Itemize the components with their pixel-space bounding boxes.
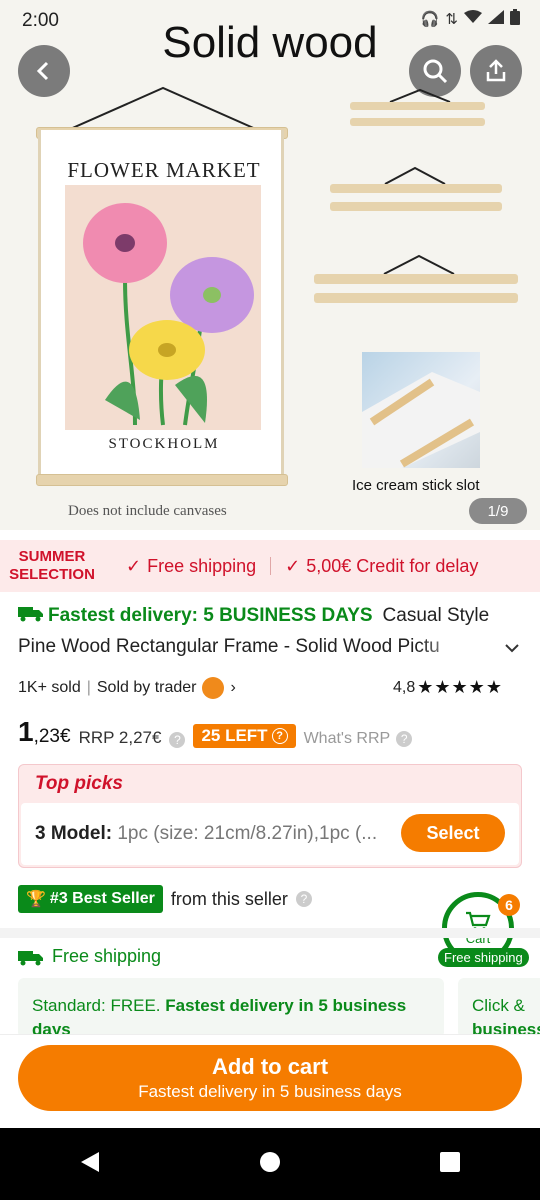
select-button[interactable]: Select xyxy=(401,814,505,852)
add-to-cart-label: Add to cart xyxy=(211,1054,329,1079)
share-icon xyxy=(486,59,506,82)
top-picks-panel: Top picks 3 Model: 1pc (size: 21cm/8.27i… xyxy=(18,764,522,868)
rrp-label: RRP xyxy=(78,728,115,747)
check-icon: ✓ xyxy=(285,555,301,576)
badge-line2: SELECTION xyxy=(9,566,95,583)
model-label-row: 3 Model: 1pc (size: 21cm/8.27in),1pc (..… xyxy=(35,823,377,845)
slot-photo xyxy=(362,352,480,468)
shipping-option-standard[interactable]: Standard: FREE. Fastest delivery in 5 bu… xyxy=(18,978,444,1038)
sales-meta: 1K+ sold | Sold by trader › xyxy=(18,677,236,699)
square-recents-icon xyxy=(440,1151,461,1172)
promo-credit: ✓ 5,00€ Credit for delay xyxy=(285,556,478,577)
top-picks-title: Top picks xyxy=(35,773,123,794)
stock-badge: 25 LEFT ? xyxy=(193,724,296,748)
help-circle-icon[interactable]: ? xyxy=(271,728,288,744)
add-to-cart-sub: Fastest delivery in 5 business days xyxy=(138,1082,402,1101)
help-icon: ? xyxy=(396,731,413,747)
star-icon: ★ xyxy=(485,677,502,697)
whats-rrp-link[interactable]: What's RRP ? xyxy=(304,730,413,748)
cart-count-badge: 6 xyxy=(498,894,520,916)
section-divider xyxy=(0,928,540,938)
cart-free-shipping: Free shipping xyxy=(438,948,529,967)
standard-shipping-text: Standard: FREE. Fastest delivery in 5 bu… xyxy=(32,994,406,1038)
star-icon: ★ xyxy=(417,677,433,697)
circle-home-icon xyxy=(259,1151,280,1172)
meta-separator: | xyxy=(86,679,91,696)
whats-rrp-label: What's RRP xyxy=(303,730,391,747)
seller-logo-icon xyxy=(202,677,225,699)
title-fade xyxy=(418,632,478,662)
product-image-gallery[interactable]: 2:00 🎧 ⇅ Solid wood FLOWER MARKET STOCKH… xyxy=(0,0,540,530)
nav-home-button[interactable] xyxy=(258,1150,282,1179)
price-integer: 1 xyxy=(18,716,34,747)
model-label: 3 Model: xyxy=(35,823,113,844)
promo-divider xyxy=(270,557,272,575)
hanger-set-2 xyxy=(330,166,502,211)
trophy-icon: 🏆 xyxy=(26,891,46,908)
hanger-wire xyxy=(67,86,259,131)
stock-badge-label: 25 LEFT xyxy=(201,726,268,745)
badge-line1: SUMMER xyxy=(18,548,86,565)
expand-title-button[interactable] xyxy=(503,638,521,659)
system-nav-bar xyxy=(0,1128,540,1200)
poster-title: FLOWER MARKET xyxy=(67,158,261,182)
delivery-truck-icon xyxy=(18,604,44,628)
rating[interactable]: 4,8 ★ ★ ★ ★ ★ xyxy=(393,677,502,698)
standard-delivery: Fastest delivery in 5 business xyxy=(165,996,407,1015)
star-icon: ★ xyxy=(434,677,450,697)
summer-selection-badge: SUMMER SELECTION xyxy=(0,548,104,584)
bottom-action-bar: Add to cart Fastest delivery in 5 busine… xyxy=(0,1034,540,1127)
chevron-down-icon xyxy=(505,644,519,653)
sold-count: 1K+ sold xyxy=(18,679,81,696)
add-to-cart-button[interactable]: Add to cart Fastest delivery in 5 busine… xyxy=(18,1045,522,1111)
check-icon: ✓ xyxy=(126,555,142,576)
hanger-set-1 xyxy=(350,88,485,126)
promo-free-shipping-label: Free shipping xyxy=(147,555,257,576)
image-page-indicator: 1/9 xyxy=(469,498,527,524)
photo-caption: Ice cream stick slot xyxy=(352,477,480,494)
seller-name[interactable]: Sold by trader xyxy=(97,679,197,697)
delivery-truck-icon xyxy=(18,950,43,965)
bottom-rail xyxy=(36,474,288,486)
triangle-back-icon xyxy=(80,1151,99,1172)
help-icon[interactable]: ? xyxy=(295,891,312,907)
price-decimal: ,23€ xyxy=(33,726,71,747)
nav-recents-button[interactable] xyxy=(439,1151,461,1178)
star-icon: ★ xyxy=(451,677,468,697)
shipping-option-second[interactable]: Click & business xyxy=(458,978,540,1038)
model-value: 1pc (size: 21cm/8.27in),1pc (... xyxy=(117,823,378,844)
chevron-right-icon[interactable]: › xyxy=(230,679,235,697)
standard-prefix: Standard: FREE. xyxy=(32,996,161,1015)
promo-band[interactable]: SUMMER SELECTION ✓ Free shipping ✓ 5,00€… xyxy=(0,540,540,592)
second-line1: Click & xyxy=(472,996,525,1015)
model-selector[interactable]: 3 Model: 1pc (size: 21cm/8.27in),1pc (..… xyxy=(21,803,519,865)
star-icon: ★ xyxy=(468,677,485,697)
search-icon xyxy=(423,59,448,84)
rating-value: 4,8 xyxy=(393,678,416,696)
shipping-title: Free shipping xyxy=(52,946,162,966)
nav-back-button[interactable] xyxy=(79,1150,101,1179)
best-seller-badge: 🏆 #3 Best Seller xyxy=(18,885,163,913)
best-seller-label: #3 Best Seller xyxy=(49,890,155,907)
price-row: 1 ,23€ RRP 2,27€ ? 25 LEFT ? What's RRP … xyxy=(18,716,413,748)
flower-illustration xyxy=(65,185,261,430)
best-seller-text: from this seller xyxy=(170,888,288,909)
poster: FLOWER MARKET STOCKHOLM xyxy=(38,130,284,482)
chevron-left-icon xyxy=(36,61,49,81)
product-title-line1: Fastest delivery: 5 BUSINESS DAYS Casual… xyxy=(18,604,489,628)
best-seller-row: 🏆 #3 Best Seller from this seller ? xyxy=(18,885,312,913)
rrp-help-icon[interactable]: ? xyxy=(169,732,186,748)
canvas-note: Does not include canvases xyxy=(68,503,227,519)
promo-credit-label: 5,00€ Credit for delay xyxy=(306,555,479,576)
second-shipping-text: Click & business xyxy=(472,994,540,1038)
rrp-value: 2,27€ xyxy=(118,728,162,747)
hanger-set-3 xyxy=(314,254,518,303)
fastest-delivery-text: Fastest delivery: 5 BUSINESS DAYS xyxy=(48,605,373,626)
shipping-header[interactable]: Free shipping xyxy=(18,946,161,967)
promo-free-shipping: ✓ Free shipping xyxy=(126,556,256,577)
rrp: RRP 2,27€ xyxy=(79,728,162,748)
poster-subtitle: STOCKHOLM xyxy=(108,436,220,452)
product-title-part1: Casual Style xyxy=(382,605,490,626)
